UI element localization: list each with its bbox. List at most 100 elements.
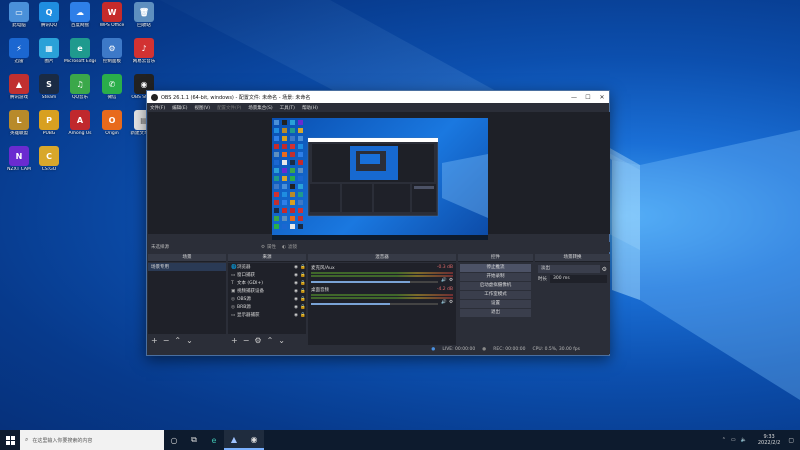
controls-buttons: 停止推流 开始录制 启动虚拟摄像机 工作室模式 设置 退出 bbox=[458, 263, 533, 346]
desktop-icon[interactable]: A Among Us bbox=[64, 110, 96, 137]
notification-icon[interactable]: ▢ bbox=[788, 437, 794, 444]
task-view-icon[interactable]: ⧉ bbox=[184, 430, 204, 450]
duration-input[interactable]: 300 ms bbox=[550, 275, 607, 283]
mixer-track: 桌面音频 -4.2 dB 🔊 ⚙ bbox=[308, 285, 456, 307]
lock-icon[interactable]: 🔒 bbox=[300, 289, 306, 294]
app-icon: ☁ bbox=[70, 2, 90, 22]
start-button[interactable] bbox=[0, 430, 20, 450]
move-up-icon[interactable]: ⌃ bbox=[174, 336, 181, 345]
source-item[interactable]: T 文本 (GDI+) ◉ 🔒 bbox=[228, 279, 306, 287]
gear-icon[interactable]: ⚙ bbox=[449, 300, 453, 305]
add-icon[interactable]: + bbox=[231, 336, 238, 345]
menu-edit[interactable]: 编辑(E) bbox=[172, 105, 187, 111]
control-button[interactable]: 退出 bbox=[460, 309, 531, 317]
lock-icon[interactable]: 🔒 bbox=[300, 297, 306, 302]
desktop-icon[interactable]: C CS:GO bbox=[33, 146, 65, 173]
source-item[interactable]: ◎ BRB源 ◉ 🔒 bbox=[228, 303, 306, 311]
move-up-icon[interactable]: ⌃ bbox=[267, 336, 274, 345]
menu-profile[interactable]: 配置文件(P) bbox=[217, 105, 241, 111]
volume-icon[interactable]: 🔈 bbox=[741, 437, 747, 443]
preview-icon bbox=[282, 160, 287, 165]
steam-taskbar-icon[interactable]: ▲ bbox=[224, 430, 244, 450]
desktop-icon[interactable]: 🗑 回收站 bbox=[128, 2, 160, 29]
cortana-icon[interactable]: ○ bbox=[164, 430, 184, 450]
menu-scene-collection[interactable]: 场景集合(S) bbox=[248, 105, 272, 111]
lock-icon[interactable]: 🔒 bbox=[300, 273, 306, 278]
menu-help[interactable]: 帮助(H) bbox=[302, 105, 318, 111]
taskbar-clock[interactable]: 9:33 2022/2/2 bbox=[758, 434, 780, 446]
tray-overflow-icon[interactable]: ⌃ bbox=[722, 437, 726, 443]
edge-taskbar-icon[interactable]: e bbox=[204, 430, 224, 450]
obs-taskbar-icon[interactable]: ◉ bbox=[244, 430, 264, 450]
control-button[interactable]: 启动虚拟摄像机 bbox=[460, 282, 531, 290]
lock-icon[interactable]: 🔒 bbox=[300, 313, 306, 318]
minimize-icon[interactable]: — bbox=[567, 94, 581, 101]
desktop-icon[interactable]: Q 腾讯QQ bbox=[33, 2, 65, 29]
move-down-icon[interactable]: ⌄ bbox=[278, 336, 285, 345]
desktop-icon[interactable]: S Steam bbox=[33, 74, 65, 101]
source-item[interactable]: ▣ 视频捕获设备 ◉ 🔒 bbox=[228, 287, 306, 295]
taskbar-search-input[interactable]: ⌕ 在这里输入你要搜索的内容 bbox=[20, 430, 164, 450]
lock-icon[interactable]: 🔒 bbox=[300, 305, 306, 310]
transition-select[interactable]: 淡出 bbox=[538, 265, 600, 273]
filters-icon[interactable]: ◐ bbox=[282, 245, 286, 250]
gear-icon[interactable]: ⚙ bbox=[449, 278, 453, 283]
add-icon[interactable]: + bbox=[151, 336, 158, 345]
desktop-icon[interactable]: ▭ 此电脑 bbox=[3, 2, 35, 29]
properties-button[interactable]: 属性 bbox=[267, 244, 276, 250]
transitions-body: 淡出 ⚙ 时长 300 ms bbox=[535, 263, 610, 346]
source-item[interactable]: 🌐 浏览器 ◉ 🔒 bbox=[228, 263, 306, 271]
speaker-icon[interactable]: 🔊 bbox=[441, 300, 447, 305]
menu-view[interactable]: 视图(V) bbox=[194, 105, 210, 111]
source-item[interactable]: ◎ OBS源 ◉ 🔒 bbox=[228, 295, 306, 303]
remove-icon[interactable]: − bbox=[243, 336, 250, 345]
desktop-icon[interactable]: ▲ 腾讯游戏 bbox=[3, 74, 35, 101]
control-button[interactable]: 停止推流 bbox=[460, 264, 531, 272]
desktop-icon[interactable]: P PUBG bbox=[33, 110, 65, 137]
desktop-icon[interactable]: ▦ 图片 bbox=[33, 38, 65, 65]
desktop-icon[interactable]: ♪ 网易云音乐 bbox=[128, 38, 160, 65]
desktop-icon[interactable]: O Origin bbox=[96, 110, 128, 137]
network-icon[interactable]: ▭ bbox=[731, 437, 736, 443]
scenes-list[interactable]: 场景专用 bbox=[148, 263, 226, 334]
volume-slider[interactable] bbox=[311, 302, 439, 305]
scene-item[interactable]: 场景专用 bbox=[148, 263, 226, 271]
obs-window[interactable]: OBS 26.1.1 (64-bit, windows) - 配置文件: 未命名… bbox=[146, 90, 610, 356]
desktop-icon[interactable]: N NZXT CAM bbox=[3, 146, 35, 173]
source-item[interactable]: ▭ 窗口捕获 ◉ 🔒 bbox=[228, 271, 306, 279]
preview-canvas[interactable] bbox=[148, 112, 610, 240]
properties-gear-icon[interactable]: ⚙ bbox=[261, 245, 265, 250]
control-button[interactable]: 工作室模式 bbox=[460, 291, 531, 299]
close-icon[interactable]: ✕ bbox=[595, 94, 609, 101]
remove-icon[interactable]: − bbox=[163, 336, 170, 345]
desktop-icon[interactable]: ⚙ 控制面板 bbox=[96, 38, 128, 65]
control-button[interactable]: 开始录制 bbox=[460, 273, 531, 281]
gear-icon[interactable]: ⚙ bbox=[602, 266, 607, 273]
desktop-icon[interactable]: ✆ 微信 bbox=[96, 74, 128, 101]
preview-icon bbox=[274, 224, 279, 229]
sources-list[interactable]: 🌐 浏览器 ◉ 🔒 ▭ 窗口捕获 ◉ 🔒 T 文本 (GDI+) ◉ 🔒 ▣ 视频捕获设备 ◉ 🔒 ◎ OBS源 ◉… bbox=[228, 263, 306, 334]
obs-titlebar[interactable]: OBS 26.1.1 (64-bit, windows) - 配置文件: 未命名… bbox=[147, 91, 609, 103]
desktop-icon[interactable]: ☁ 百度网盘 bbox=[64, 2, 96, 29]
sources-dock: 来源 🌐 浏览器 ◉ 🔒 ▭ 窗口捕获 ◉ 🔒 T 文本 (GDI+) ◉ 🔒 ▣ 视频捕获设备 ◉ 🔒 ◎ OB… bbox=[228, 254, 306, 346]
control-button[interactable]: 设置 bbox=[460, 300, 531, 308]
volume-slider[interactable] bbox=[311, 280, 439, 283]
menu-file[interactable]: 文件(F) bbox=[150, 105, 165, 111]
lock-icon[interactable]: 🔒 bbox=[300, 281, 306, 286]
desktop-icon[interactable]: ⚡ 迅雷 bbox=[3, 38, 35, 65]
desktop-icon[interactable]: ♫ QQ音乐 bbox=[64, 74, 96, 101]
desktop-icon-label: 迅雷 bbox=[14, 59, 24, 64]
speaker-icon[interactable]: 🔊 bbox=[441, 278, 447, 283]
volume-meter bbox=[311, 294, 453, 296]
source-item[interactable]: ▭ 显示器捕获 ◉ 🔒 bbox=[228, 311, 306, 319]
filters-button[interactable]: 滤镜 bbox=[288, 244, 297, 250]
move-down-icon[interactable]: ⌄ bbox=[186, 336, 193, 345]
menu-tools[interactable]: 工具(T) bbox=[280, 105, 295, 111]
desktop-icon[interactable]: L 英雄联盟 bbox=[3, 110, 35, 137]
desktop-icon[interactable]: e Microsoft Edge bbox=[64, 38, 96, 65]
source-label: OBS源 bbox=[237, 297, 251, 302]
maximize-icon[interactable]: ☐ bbox=[581, 94, 595, 101]
desktop-icon[interactable]: W WPS Office bbox=[96, 2, 128, 29]
gear-icon[interactable]: ⚙ bbox=[254, 336, 261, 345]
lock-icon[interactable]: 🔒 bbox=[300, 265, 306, 270]
